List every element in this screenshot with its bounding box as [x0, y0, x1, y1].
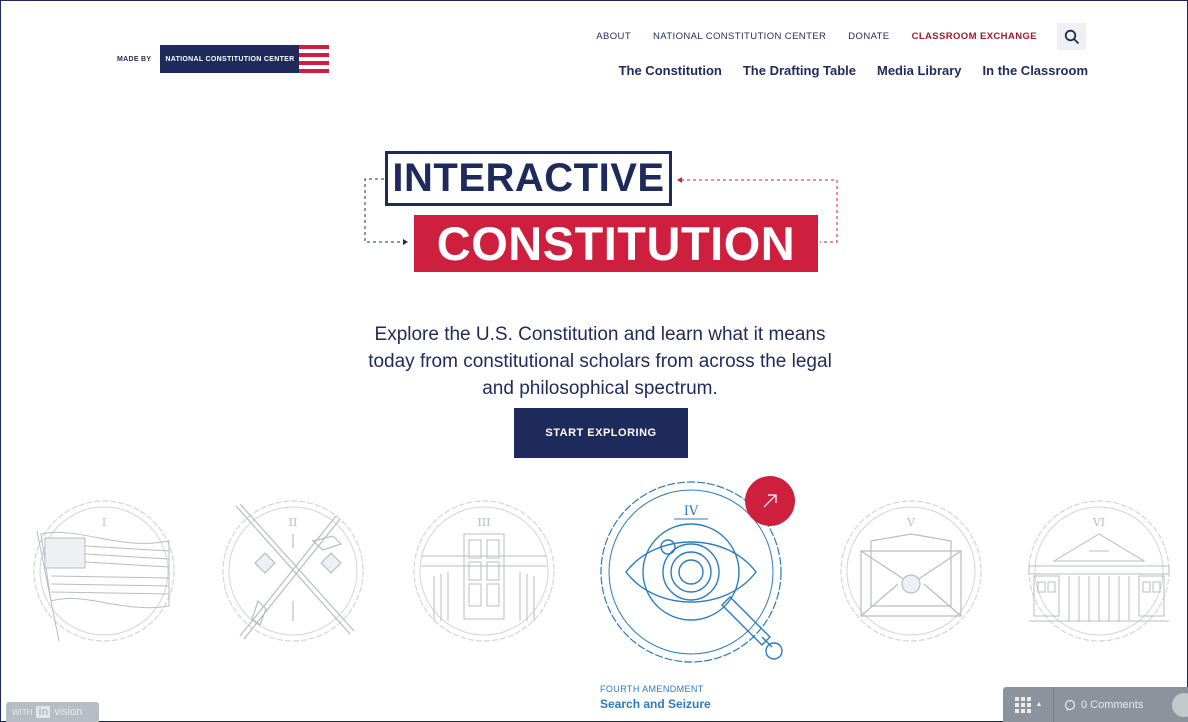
- search-icon: [1064, 29, 1079, 44]
- search-button[interactable]: [1057, 23, 1086, 50]
- nav-national-constitution-center[interactable]: NATIONAL CONSTITUTION CENTER: [653, 31, 826, 42]
- title-interactive: INTERACTIVE: [385, 151, 672, 206]
- seal-numeral: V: [906, 516, 916, 529]
- ncc-name: NATIONAL CONSTITUTION CENTER: [160, 45, 300, 73]
- screens-grid-button[interactable]: ▲: [1003, 687, 1054, 722]
- flag-stripes-icon: [299, 45, 330, 73]
- amendment-seal-1[interactable]: I: [29, 496, 179, 646]
- comments-count-label: 0 Comments: [1081, 698, 1144, 711]
- nav-the-drafting-table[interactable]: The Drafting Table: [743, 63, 856, 78]
- main-nav: The Constitution The Drafting Table Medi…: [619, 63, 1088, 78]
- seal-numeral: VI: [1092, 516, 1105, 529]
- featured-arrow-button[interactable]: [745, 476, 795, 526]
- featured-amendment-kicker: FOURTH AMENDMENT: [600, 684, 704, 694]
- nav-donate[interactable]: DONATE: [848, 31, 889, 42]
- comment-bubble-icon: [1064, 699, 1076, 711]
- ncc-wordmark: NATIONAL CONSTITUTION CENTER: [160, 45, 330, 73]
- invision-in-mark: in: [36, 706, 51, 718]
- avatar[interactable]: [1172, 693, 1188, 717]
- invision-vision-word: vision: [54, 706, 83, 718]
- amendment-seal-3[interactable]: III: [409, 496, 559, 646]
- invision-toolbar: ▲ 0 Comments: [1003, 687, 1188, 722]
- made-by-label: MADE BY: [117, 55, 152, 63]
- nav-the-constitution[interactable]: The Constitution: [619, 63, 722, 78]
- caret-up-icon: ▲: [1035, 701, 1043, 708]
- utility-nav: ABOUT NATIONAL CONSTITUTION CENTER DONAT…: [596, 31, 1037, 42]
- invision-with: WITH: [12, 707, 33, 717]
- start-exploring-button[interactable]: START EXPLORING: [514, 408, 688, 458]
- invision-badge[interactable]: WITH in vision: [6, 702, 99, 722]
- amendment-seal-2[interactable]: II: [218, 496, 368, 646]
- grid-icon: [1014, 696, 1031, 713]
- seal-numeral: II: [289, 516, 298, 529]
- amendment-seal-5[interactable]: V: [836, 496, 986, 646]
- amendment-seal-6[interactable]: VI: [1024, 496, 1174, 646]
- eye-magnifier-icon: [625, 523, 783, 660]
- nav-classroom-exchange[interactable]: CLASSROOM EXCHANGE: [912, 31, 1037, 42]
- house-door-icon: [421, 533, 547, 621]
- courthouse-icon: [1028, 533, 1170, 622]
- ncc-logo[interactable]: MADE BY NATIONAL CONSTITUTION CENTER: [117, 45, 330, 73]
- seal-numeral: III: [477, 516, 490, 529]
- envelope-shield-icon: [860, 533, 962, 617]
- seal-numeral: IV: [684, 504, 699, 519]
- nav-media-library[interactable]: Media Library: [877, 63, 962, 78]
- title-constitution: CONSTITUTION: [414, 215, 818, 272]
- nav-in-the-classroom[interactable]: In the Classroom: [983, 63, 1088, 78]
- featured-amendment-title[interactable]: Search and Seizure: [600, 697, 711, 711]
- arrow-up-right-icon: [763, 494, 777, 508]
- nav-about[interactable]: ABOUT: [596, 31, 631, 42]
- seal-numeral: I: [102, 516, 106, 529]
- comments-button[interactable]: 0 Comments: [1054, 699, 1143, 711]
- hero-tagline: Explore the U.S. Constitution and learn …: [368, 324, 832, 399]
